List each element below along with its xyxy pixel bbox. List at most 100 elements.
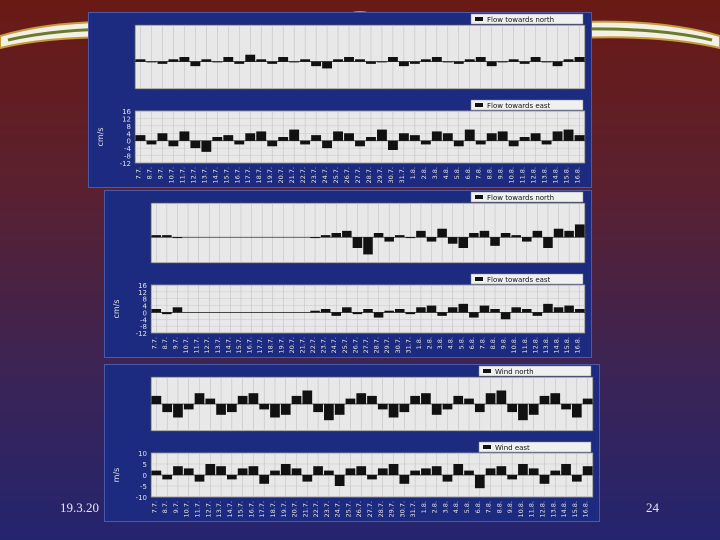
x-tick-label: 17.7.: [258, 501, 266, 518]
series-bar: [485, 393, 496, 404]
series-bar: [522, 237, 532, 242]
x-tick-label: 11.7.: [178, 167, 186, 184]
series-bar: [237, 395, 248, 404]
series-bar: [173, 466, 183, 475]
series-bar: [543, 237, 553, 248]
x-tick-label: 20.7.: [291, 501, 299, 518]
series-bar: [574, 224, 585, 238]
series-bar: [377, 468, 388, 475]
series-bar: [530, 133, 541, 141]
x-tick-label: 30.7.: [398, 501, 406, 518]
series-bar: [541, 140, 552, 145]
series-bar: [377, 404, 388, 410]
series-bar: [135, 135, 146, 141]
x-tick-label: 6.8.: [468, 337, 476, 349]
y-axis-label: cm/s: [96, 127, 105, 146]
series-bar: [496, 466, 507, 475]
series-bar: [201, 140, 212, 152]
x-tick-label: 16.8.: [574, 337, 582, 354]
x-tick-label: 15.8.: [571, 501, 579, 518]
series-bar: [475, 57, 486, 62]
series-bar: [453, 395, 464, 404]
series-bar: [366, 61, 376, 64]
x-tick-label: 25.7.: [341, 337, 349, 354]
series-bar: [447, 237, 458, 244]
series-bar: [426, 237, 437, 242]
series-bar: [409, 61, 420, 64]
series-bar: [324, 470, 334, 475]
legend-label: Wind north: [495, 368, 534, 376]
series-bar: [291, 468, 302, 475]
series-bar: [475, 140, 486, 145]
series-bar: [270, 470, 280, 475]
series-bar: [278, 137, 289, 141]
x-tick-label: 14.7.: [211, 167, 219, 184]
legend-swatch: [475, 17, 483, 21]
series-bar: [464, 129, 475, 141]
series-bar: [405, 237, 416, 239]
chart-flow-north-2: Flow towards north: [150, 191, 586, 264]
x-tick-label: 2.8.: [420, 167, 428, 179]
x-tick-label: 14.7.: [224, 337, 232, 354]
series-bar: [384, 237, 394, 242]
series-bar: [571, 404, 582, 418]
series-bar: [157, 61, 168, 64]
series-bar: [563, 59, 574, 62]
series-bar: [485, 468, 496, 475]
series-bar: [313, 404, 323, 413]
series-bar: [437, 312, 447, 316]
series-bar: [322, 61, 333, 69]
series-bar: [333, 59, 343, 62]
x-tick-label: 8.7.: [145, 167, 153, 179]
x-tick-label: 1.8.: [409, 167, 417, 179]
series-bar: [151, 309, 162, 313]
series-bar: [458, 237, 469, 248]
series-bar: [151, 395, 162, 404]
x-tick-label: 11.8.: [528, 501, 536, 518]
series-bar: [497, 61, 508, 63]
chart-panel-1: Flow towards north 16 12 8 4 0 -4 -8 -12 cm/s 7.7…: [88, 12, 592, 188]
series-bar: [256, 131, 267, 141]
series-bar: [227, 475, 237, 480]
x-tick-label: 8.7.: [161, 501, 169, 513]
series-bar: [146, 61, 157, 63]
series-bar: [344, 133, 354, 141]
series-bar: [334, 475, 345, 486]
series-bar: [550, 470, 561, 475]
series-bar: [564, 305, 574, 313]
x-tick-label: 7.8.: [485, 501, 493, 513]
x-tick-label: 6.8.: [474, 501, 482, 513]
series-bar: [447, 307, 458, 313]
x-tick-label: 7.7.: [150, 501, 158, 513]
series-bar: [421, 393, 431, 404]
x-tick-label: 11.8.: [519, 167, 527, 184]
x-tick-label: 15.7.: [237, 501, 245, 518]
x-tick-label: 14.8.: [552, 167, 560, 184]
series-bar: [377, 129, 387, 141]
series-bar: [345, 398, 356, 404]
x-tick-label: 15.7.: [222, 167, 230, 184]
chart-flow-east-1: 1612840-4-8-12cm/s7.7. 8.7. 9.7. 10.7. 11.7.…: [96, 99, 586, 184]
series-bar: [453, 61, 464, 64]
series-bar: [464, 470, 474, 475]
series-bar: [464, 59, 475, 62]
series-bar: [464, 398, 474, 404]
series-bar: [168, 59, 179, 62]
x-tick-label: 15.8.: [563, 337, 571, 354]
series-bar: [416, 230, 426, 238]
series-bar: [223, 135, 234, 141]
series-bar: [490, 309, 500, 313]
series-bar: [431, 131, 442, 141]
series-bar: [541, 61, 552, 63]
series-bar: [373, 312, 384, 318]
series-bar: [227, 404, 237, 413]
x-tick-label: 28.7.: [373, 337, 381, 354]
series-bar: [431, 404, 442, 415]
series-bar: [194, 393, 205, 404]
series-bar: [543, 303, 553, 313]
x-tick-label: 18.7.: [267, 337, 275, 354]
series-bar: [248, 466, 259, 475]
legend-swatch: [475, 195, 483, 199]
series-bar: [190, 61, 201, 67]
x-tick-label: 9.8.: [497, 167, 505, 179]
